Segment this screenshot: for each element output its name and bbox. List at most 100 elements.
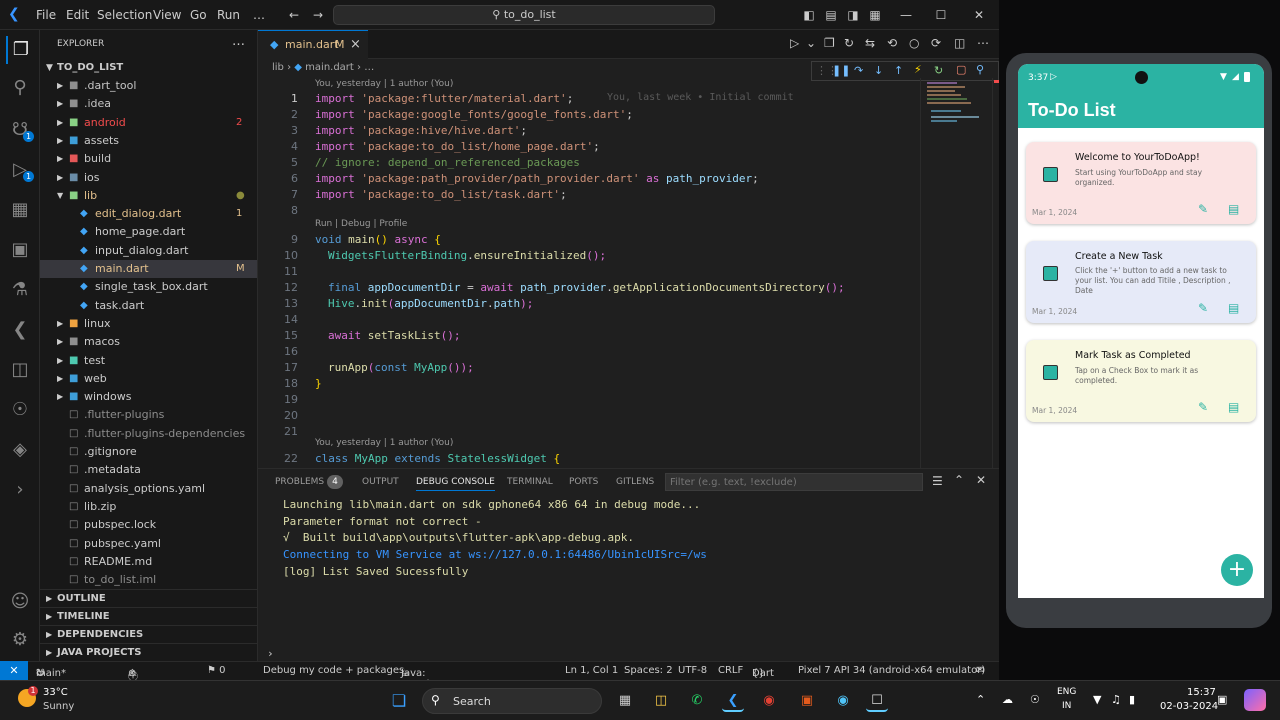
- copilot-icon[interactable]: [1244, 689, 1266, 711]
- task-card[interactable]: Create a New Task Click the '+' button to…: [1026, 241, 1256, 323]
- file-tree-item[interactable]: □ pubspec.lock: [40, 516, 257, 534]
- menu-more[interactable]: …: [253, 8, 265, 22]
- tab-ports[interactable]: PORTS: [569, 477, 598, 487]
- wifi-icon[interactable]: ▼: [1093, 693, 1101, 706]
- section-java-projects[interactable]: ▶ JAVA PROJECTS: [40, 643, 257, 661]
- file-tree-item[interactable]: ▶ ■ web: [40, 370, 257, 388]
- file-explorer-icon[interactable]: ◫: [650, 690, 672, 712]
- file-tree-item[interactable]: ▶ ■ .dart_tool: [40, 77, 257, 95]
- file-tree-item[interactable]: ◆ single_task_box.dart: [40, 278, 257, 296]
- task-card[interactable]: Mark Task as Completed Tap on a Check Box…: [1026, 340, 1256, 422]
- file-tree-item[interactable]: ◆ main.dart M: [40, 260, 257, 278]
- minimize-icon[interactable]: —: [896, 5, 916, 25]
- task-checkbox[interactable]: [1043, 365, 1058, 380]
- code-area[interactable]: You, yesterday | 1 author (You) 1 import…: [258, 30, 999, 468]
- gitlens-icon[interactable]: ☉: [6, 396, 34, 424]
- extensions-icon[interactable]: ▦: [6, 196, 34, 224]
- delete-trash-icon[interactable]: ▤: [1228, 202, 1242, 216]
- folder-icon[interactable]: ◫: [6, 356, 34, 384]
- file-tree-item[interactable]: □ .flutter-plugins: [40, 406, 257, 424]
- weather-temp[interactable]: 33°C: [43, 687, 68, 698]
- menu-edit[interactable]: Edit: [66, 8, 89, 22]
- maximize-icon[interactable]: ☐: [931, 5, 951, 25]
- encoding[interactable]: UTF-8: [678, 665, 707, 676]
- command-center-search[interactable]: ⚲ to_do_list: [333, 5, 715, 25]
- indentation[interactable]: Spaces: 2: [624, 665, 673, 676]
- menu-file[interactable]: File: [36, 8, 56, 22]
- run-debug-icon[interactable]: ▷ 1: [6, 156, 34, 184]
- file-tree-item[interactable]: ◆ edit_dialog.dart 1: [40, 205, 257, 223]
- android-studio-icon[interactable]: ◉: [832, 690, 854, 712]
- terminal-icon[interactable]: ›: [6, 476, 34, 504]
- file-tree-item[interactable]: ▶ ■ assets: [40, 132, 257, 150]
- file-tree-item[interactable]: □ .gitignore: [40, 443, 257, 461]
- menu-run[interactable]: Run: [217, 8, 240, 22]
- section-outline[interactable]: ▶ OUTLINE: [40, 589, 257, 607]
- file-tree-item[interactable]: □ analysis_options.yaml: [40, 480, 257, 498]
- edit-pencil-icon[interactable]: ✎: [1198, 202, 1212, 216]
- file-tree-item[interactable]: ▶ ■ macos: [40, 333, 257, 351]
- file-tree-item[interactable]: ▶ ■ build: [40, 150, 257, 168]
- file-tree-item[interactable]: ▶ ■ android 2: [40, 114, 257, 132]
- remote-explorer-icon[interactable]: ▣: [6, 236, 34, 264]
- chrome-icon[interactable]: ◉: [758, 690, 780, 712]
- forward-arrow-icon[interactable]: →: [308, 5, 328, 25]
- ports-status[interactable]: ⚑ 0: [207, 665, 226, 676]
- task-view-icon[interactable]: ▦: [614, 690, 636, 712]
- file-tree-item[interactable]: □ pubspec.yaml: [40, 535, 257, 553]
- edit-pencil-icon[interactable]: ✎: [1198, 301, 1212, 315]
- tab-debug-console[interactable]: DEBUG CONSOLE: [416, 477, 495, 491]
- explorer-files-icon[interactable]: ❐: [6, 36, 34, 64]
- delete-trash-icon[interactable]: ▤: [1228, 400, 1242, 414]
- testing-flask-icon[interactable]: ⚗: [6, 276, 34, 304]
- maximize-panel-chevron-up-icon[interactable]: ⌃: [954, 473, 964, 487]
- task-card[interactable]: Welcome to YourToDoApp! Start using YourT…: [1026, 142, 1256, 224]
- file-tree-item[interactable]: ▼ ■ lib ●: [40, 187, 257, 205]
- back-arrow-icon[interactable]: ←: [284, 5, 304, 25]
- onedrive-icon[interactable]: ☁: [1002, 693, 1013, 706]
- docker-icon[interactable]: ◈: [6, 436, 34, 464]
- file-tree-item[interactable]: ▶ ■ test: [40, 352, 257, 370]
- tab-output[interactable]: OUTPUT: [362, 477, 399, 487]
- file-tree-item[interactable]: ◆ home_page.dart: [40, 223, 257, 241]
- codelens-run-debug[interactable]: Run | Debug | Profile: [315, 219, 407, 229]
- flutter-device[interactable]: Pixel 7 API 34 (android-x64 emulator): [798, 665, 985, 676]
- microphone-icon[interactable]: ☉: [1030, 693, 1040, 706]
- whatsapp-icon[interactable]: ✆: [686, 690, 708, 712]
- clock-date[interactable]: 02-03-2024: [1160, 701, 1218, 712]
- explorer-more-button[interactable]: …: [232, 34, 245, 49]
- toggle-sidebar-icon[interactable]: ◧: [799, 5, 819, 25]
- root-folder[interactable]: ▼ TO_DO_LIST: [40, 59, 257, 77]
- minimap[interactable]: [920, 78, 990, 468]
- clock-time[interactable]: 15:37: [1187, 687, 1216, 698]
- customize-layout-icon[interactable]: ▦: [865, 5, 885, 25]
- settings-gear-icon[interactable]: ⚙: [6, 626, 34, 654]
- volume-icon[interactable]: ♫: [1111, 693, 1121, 706]
- remote-indicator-icon[interactable]: ✕: [0, 661, 28, 680]
- menu-view[interactable]: View: [153, 8, 181, 22]
- file-tree-item[interactable]: □ README.md: [40, 553, 257, 571]
- menu-selection[interactable]: Selection: [97, 8, 152, 22]
- tab-problems[interactable]: PROBLEMS: [275, 477, 324, 487]
- add-task-fab[interactable]: +: [1221, 554, 1253, 586]
- account-icon[interactable]: ☺: [6, 588, 34, 616]
- line-ending[interactable]: CRLF: [718, 665, 743, 676]
- section-dependencies[interactable]: ▶ DEPENDENCIES: [40, 625, 257, 643]
- taskbar-search[interactable]: ⚲ Search: [422, 688, 602, 714]
- delete-trash-icon[interactable]: ▤: [1228, 301, 1242, 315]
- file-tree-item[interactable]: □ to_do_list.iml: [40, 571, 257, 589]
- editor-scrollbar[interactable]: [992, 78, 999, 468]
- app-icon[interactable]: ▣: [796, 690, 818, 712]
- file-tree-item[interactable]: □ .metadata: [40, 461, 257, 479]
- cursor-position[interactable]: Ln 1, Col 1: [565, 665, 618, 676]
- file-tree-item[interactable]: ▶ ■ linux: [40, 315, 257, 333]
- weather-condition[interactable]: Sunny: [43, 701, 74, 712]
- source-control-icon[interactable]: ☋ 1: [6, 116, 34, 144]
- flutter-icon[interactable]: ❮: [6, 316, 34, 344]
- section-timeline[interactable]: ▶ TIMELINE: [40, 607, 257, 625]
- language-indicator[interactable]: ENG: [1057, 687, 1076, 697]
- language-region[interactable]: IN: [1062, 701, 1071, 711]
- codelens-blame[interactable]: You, yesterday | 1 author (You): [315, 79, 453, 89]
- battery-icon[interactable]: ▮: [1129, 693, 1135, 706]
- console-filter-input[interactable]: [665, 473, 923, 491]
